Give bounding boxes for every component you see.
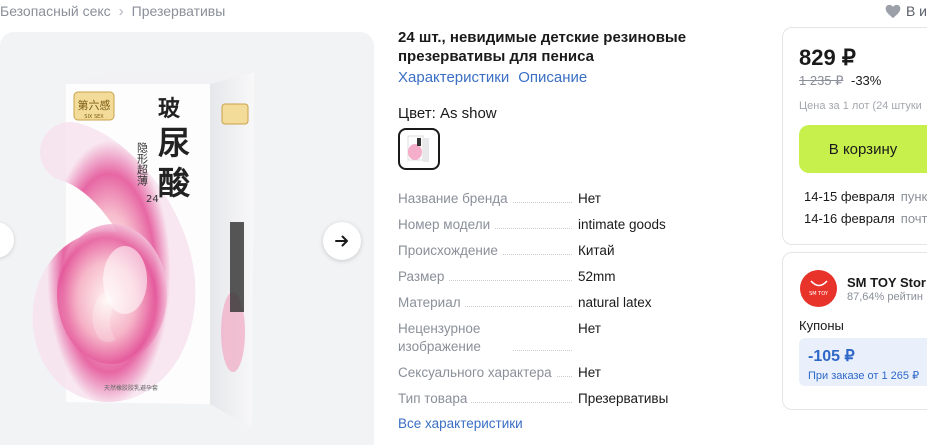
arrow-right-icon (335, 235, 348, 247)
price-per-lot-note: Цена за 1 лот (24 штуки (799, 100, 922, 112)
spec-name-label: Происхождение (398, 243, 502, 258)
spec-name-label: Размер (398, 269, 449, 284)
package-count: 24 (146, 194, 159, 205)
coupon-condition: При заказе от 1 265 ₽ (808, 370, 920, 382)
store-logo[interactable]: SM TOY (800, 270, 837, 307)
spec-row: Номер модели intimate goods (398, 216, 698, 234)
package-brand-en: SIX SEX (84, 114, 104, 120)
breadcrumb-separator: › (118, 2, 124, 20)
store-rating: 87,64% рейтин (847, 291, 924, 303)
all-specs-link[interactable]: Все характеристики (398, 416, 523, 431)
spec-row: Материал natural latex (398, 294, 698, 312)
spec-name-label: Номер модели (398, 217, 495, 232)
delivery-type: пунк (900, 189, 927, 204)
spec-row: Название бренда Нет (398, 190, 698, 208)
package-main-char-2: 尿 (158, 124, 190, 162)
store-logo-text: SM TOY (809, 291, 828, 297)
swatch-thumbnail (407, 135, 429, 162)
spec-row: Размер 52mm (398, 268, 698, 286)
heart-icon (885, 4, 901, 18)
product-anchor-links: Характеристики Описание (398, 69, 587, 86)
old-price: 1 235 ₽ (799, 73, 844, 88)
spec-name: Сексуального характера (398, 364, 578, 382)
spec-value: Китай (578, 243, 615, 258)
link-characteristics[interactable]: Характеристики (398, 69, 509, 86)
breadcrumb: Безопасный секс › Презервативы (0, 0, 225, 22)
coupons-label: Купоны (799, 318, 844, 333)
package-brand-cn: 第六感 (78, 98, 111, 112)
discount-badge: -33% (851, 73, 882, 88)
product-gallery[interactable]: 第六感 SIX SEX 玻 尿 酸 隐形超薄 24 天然橡胶胶乳避孕套 (0, 32, 374, 445)
spec-name: Название бренда (398, 190, 578, 208)
spec-value: Презервативы (578, 391, 669, 406)
spec-value: Нет (578, 365, 601, 380)
spec-value: natural latex (578, 295, 652, 310)
delivery-option-post: 14-16 февраля почт (804, 211, 927, 226)
spec-name-label: Нецензурное изображение (398, 320, 512, 356)
product-image: 第六感 SIX SEX 玻 尿 酸 隐形超薄 24 天然橡胶胶乳避孕套 (32, 72, 254, 428)
favorites-label: В и (905, 3, 927, 19)
package-bottom-text: 天然橡胶胶乳避孕套 (104, 384, 158, 392)
package-main-char-3: 酸 (158, 164, 191, 202)
breadcrumb-item-condoms[interactable]: Презервативы (132, 3, 226, 19)
delivery-type: почт (900, 211, 927, 226)
add-to-favorites-button[interactable]: В и (885, 0, 927, 22)
spec-name-label: Материал (398, 295, 465, 310)
product-title: 24 шт., невидимые детские резиновые през… (398, 29, 687, 65)
spec-name-label: Тип товара (398, 391, 472, 406)
spec-name: Номер модели (398, 216, 578, 234)
spec-row: Сексуального характера Нет (398, 364, 698, 382)
spec-value: Нет (578, 191, 601, 206)
spec-value: Нет (578, 321, 601, 336)
delivery-option-pickup: 14-15 февраля пунк (804, 189, 927, 204)
delivery-date: 14-16 февраля (804, 211, 895, 226)
store-name[interactable]: SM TOY Stor (847, 275, 926, 290)
spec-row: Происхождение Китай (398, 242, 698, 260)
color-label: Цвет: As show (398, 105, 497, 122)
spec-row: Нецензурное изображение Нет (398, 320, 698, 356)
add-to-cart-button[interactable]: В корзину (799, 125, 927, 173)
package-line1: 隐形超薄 (136, 142, 149, 187)
spec-name-label: Название бренда (398, 191, 512, 206)
link-description[interactable]: Описание (518, 69, 587, 86)
delivery-date: 14-15 февраля (804, 189, 895, 204)
spec-name: Тип товара (398, 390, 578, 408)
spec-value: 52mm (578, 269, 616, 284)
spec-row: Тип товара Презервативы (398, 390, 698, 408)
smile-icon (809, 280, 828, 287)
gallery-next-button[interactable] (323, 222, 361, 260)
color-swatch-as-show[interactable] (398, 128, 440, 170)
spec-name: Материал (398, 294, 578, 312)
coupon-value: -105 ₽ (808, 348, 855, 365)
breadcrumb-item-safe-sex[interactable]: Безопасный секс (0, 3, 111, 19)
spec-value: intimate goods (578, 217, 666, 232)
spec-name: Нецензурное изображение (398, 320, 578, 356)
spec-name: Размер (398, 268, 578, 286)
package-main-char-1: 玻 (158, 97, 181, 122)
spec-name: Происхождение (398, 242, 578, 260)
current-price: 829 ₽ (799, 45, 856, 70)
spec-name-label: Сексуального характера (398, 365, 556, 380)
